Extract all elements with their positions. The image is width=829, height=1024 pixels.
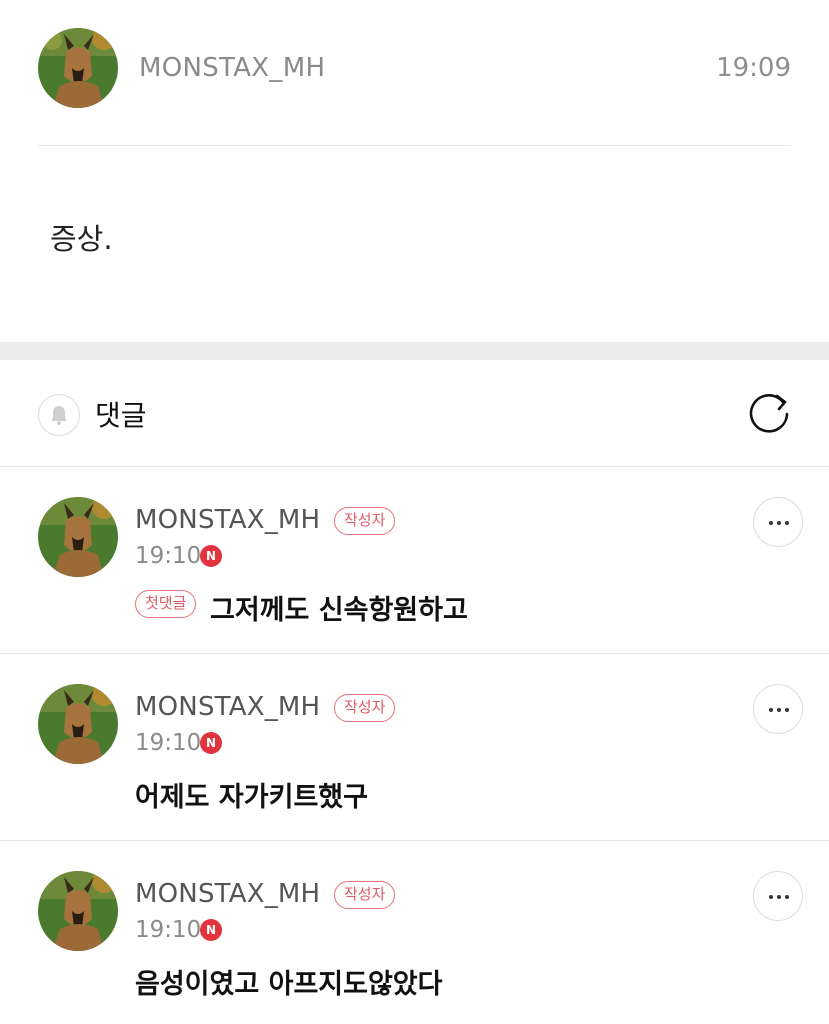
comment-author-avatar[interactable] — [38, 497, 118, 577]
dog-avatar-image — [38, 684, 118, 764]
more-icon[interactable] — [753, 497, 803, 547]
writer-badge: 작성자 — [334, 881, 396, 909]
section-divider — [0, 342, 829, 360]
post-time: 19:09 — [716, 53, 791, 83]
dog-avatar-image — [38, 28, 118, 108]
refresh-icon[interactable] — [747, 390, 793, 436]
post-divider — [38, 145, 791, 146]
post-author-name[interactable]: MONSTAX_MH — [139, 53, 325, 83]
comment-item: MONSTAX_MH 작성자 19:10 N 어제도 자가키트했구 — [0, 654, 829, 841]
writer-badge: 작성자 — [334, 694, 396, 722]
comment-author-name[interactable]: MONSTAX_MH — [135, 505, 320, 535]
comments-header: 댓글 — [0, 360, 829, 467]
comment-time: 19:10 — [135, 917, 202, 943]
post-author-avatar[interactable] — [38, 28, 118, 108]
new-badge-icon: N — [200, 919, 222, 941]
new-badge-icon: N — [200, 545, 222, 567]
bell-icon[interactable] — [38, 394, 80, 436]
comment-author-name[interactable]: MONSTAX_MH — [135, 692, 320, 722]
comment-item: MONSTAX_MH 작성자 19:10 N 첫댓글 그저께도 신속항원하고 — [0, 467, 829, 654]
comment-text: 어제도 자가키트했구 — [135, 782, 368, 813]
comments-title: 댓글 — [95, 399, 147, 432]
more-icon[interactable] — [753, 871, 803, 921]
dog-avatar-image — [38, 871, 118, 951]
comment-author-avatar[interactable] — [38, 871, 118, 951]
post-body: 증상. — [50, 222, 113, 256]
new-badge-icon: N — [200, 732, 222, 754]
first-comment-badge: 첫댓글 — [135, 590, 197, 618]
comment-author-name[interactable]: MONSTAX_MH — [135, 879, 320, 909]
comment-item: MONSTAX_MH 작성자 19:10 N 음성이였고 아프지도않았다 — [0, 841, 829, 1024]
comment-text: 음성이였고 아프지도않았다 — [135, 969, 443, 1000]
more-icon[interactable] — [753, 684, 803, 734]
dog-avatar-image — [38, 497, 118, 577]
comment-author-avatar[interactable] — [38, 684, 118, 764]
comment-time: 19:10 — [135, 730, 202, 756]
comment-time: 19:10 — [135, 543, 202, 569]
writer-badge: 작성자 — [334, 507, 396, 535]
comment-text: 그저께도 신속항원하고 — [210, 595, 468, 626]
